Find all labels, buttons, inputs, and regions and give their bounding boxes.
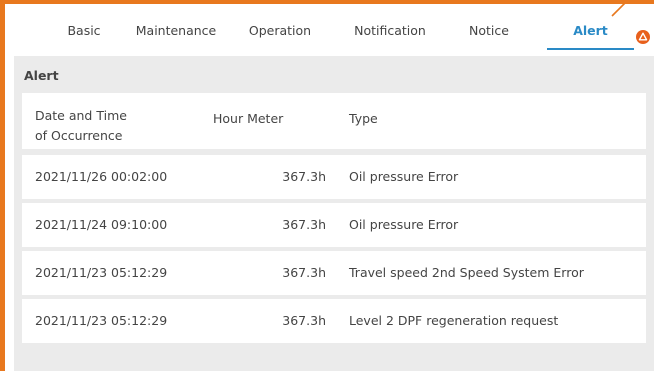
table-row[interactable]: 2021/11/23 05:12:29 367.3h Travel speed … bbox=[22, 251, 646, 295]
column-header-type: Type bbox=[349, 111, 378, 126]
table-row[interactable]: 2021/11/23 05:12:29 367.3h Level 2 DPF r… bbox=[22, 299, 646, 343]
panel-title: Alert bbox=[24, 68, 59, 83]
row-hour-meter: 367.3h bbox=[282, 265, 326, 280]
row-hour-meter: 367.3h bbox=[282, 169, 326, 184]
tab-alert[interactable]: Alert bbox=[547, 22, 634, 50]
tab-notification[interactable]: Notification bbox=[344, 22, 436, 48]
row-hour-meter: 367.3h bbox=[282, 313, 326, 328]
frame-border-left bbox=[0, 0, 5, 371]
frame-border-top bbox=[0, 0, 654, 4]
alert-panel: Alert Date and Time of Occurrence Hour M… bbox=[14, 56, 654, 371]
table-header: Date and Time of Occurrence Hour Meter T… bbox=[22, 93, 646, 149]
warning-triangle-icon bbox=[636, 30, 650, 44]
row-datetime: 2021/11/24 09:10:00 bbox=[35, 217, 168, 232]
app-frame: Basic Maintenance Operation Notification… bbox=[0, 0, 654, 371]
tab-basic[interactable]: Basic bbox=[52, 22, 116, 48]
row-type: Oil pressure Error bbox=[349, 217, 459, 232]
tab-notice[interactable]: Notice bbox=[458, 22, 520, 48]
row-datetime: 2021/11/23 05:12:29 bbox=[35, 265, 168, 280]
row-datetime: 2021/11/26 00:02:00 bbox=[35, 169, 168, 184]
row-type: Level 2 DPF regeneration request bbox=[349, 313, 559, 328]
tab-bar: Basic Maintenance Operation Notification… bbox=[14, 22, 654, 50]
column-header-hour-meter: Hour Meter bbox=[213, 111, 284, 126]
row-datetime: 2021/11/23 05:12:29 bbox=[35, 313, 168, 328]
row-type: Travel speed 2nd Speed System Error bbox=[349, 265, 584, 280]
row-type: Oil pressure Error bbox=[349, 169, 459, 184]
column-header-date: Date and Time of Occurrence bbox=[35, 108, 127, 143]
tab-operation[interactable]: Operation bbox=[238, 22, 322, 48]
table-row[interactable]: 2021/11/24 09:10:00 367.3h Oil pressure … bbox=[22, 203, 646, 247]
tab-maintenance[interactable]: Maintenance bbox=[130, 22, 222, 48]
table-row[interactable]: 2021/11/26 00:02:00 367.3h Oil pressure … bbox=[22, 155, 646, 199]
row-hour-meter: 367.3h bbox=[282, 217, 326, 232]
